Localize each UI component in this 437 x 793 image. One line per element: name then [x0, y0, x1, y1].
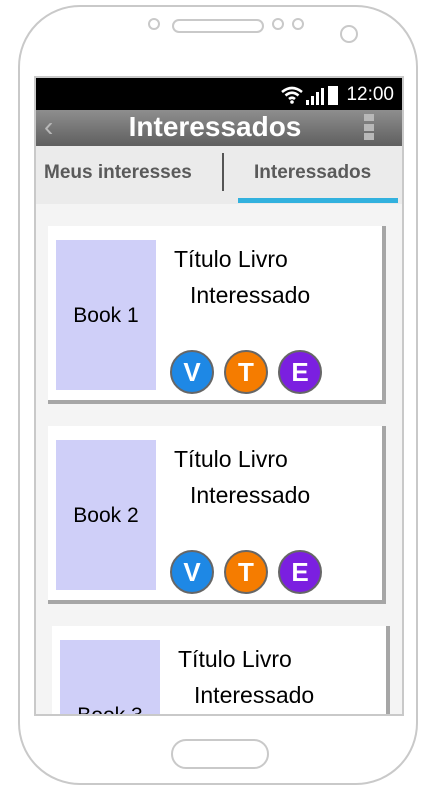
tab-bar: Meus interesses Interessados [36, 146, 402, 204]
book-cover: Book 3 [60, 640, 160, 716]
page-title: Interessados [128, 111, 302, 142]
screen: 12:00 ‹ Interessados Meus interesses Int… [34, 76, 404, 716]
book-cover: Book 2 [56, 440, 156, 590]
book-interested-label: Interessado [194, 682, 315, 708]
book-cover-label: Book 2 [73, 504, 139, 527]
wifi-icon [281, 86, 303, 104]
tab-divider [222, 153, 224, 191]
app-bar: ‹ Interessados [36, 110, 402, 146]
tab-meus-interesses[interactable]: Meus interesses [44, 162, 192, 184]
tab-interessados[interactable]: Interessados [254, 162, 371, 184]
battery-icon [328, 86, 338, 105]
book-interested-label: Interessado [190, 282, 311, 308]
badge-row: V T E [170, 350, 322, 394]
book-cover: Book 1 [56, 240, 156, 390]
badge-v[interactable]: V [170, 350, 214, 394]
overflow-menu-icon[interactable] [364, 114, 374, 140]
sensor-dot [148, 18, 160, 30]
book-title: Título Livro [178, 646, 292, 672]
status-time: 12:00 [346, 84, 394, 105]
book-cover-label: Book 3 [77, 704, 143, 716]
badge-e[interactable]: E [278, 350, 322, 394]
book-title: Título Livro [174, 446, 288, 472]
badge-t[interactable]: T [224, 350, 268, 394]
book-title: Título Livro [174, 246, 288, 272]
active-tab-indicator [238, 198, 398, 203]
book-card[interactable]: Book 1 Título Livro Interessado V T E [48, 226, 386, 404]
sensor-dot [272, 18, 284, 30]
status-bar: 12:00 [36, 78, 402, 110]
front-camera [340, 25, 358, 43]
book-interested-label: Interessado [190, 482, 311, 508]
signal-icon [306, 88, 324, 105]
book-card[interactable]: Book 3 Título Livro Interessado [52, 626, 390, 716]
badge-e[interactable]: E [278, 550, 322, 594]
sensor-dot [292, 18, 304, 30]
book-list[interactable]: Book 1 Título Livro Interessado V T E Bo… [36, 204, 402, 714]
badge-t[interactable]: T [224, 550, 268, 594]
speaker-grille [172, 19, 264, 33]
book-cover-label: Book 1 [73, 304, 139, 327]
badge-row: V T E [170, 550, 322, 594]
badge-v[interactable]: V [170, 550, 214, 594]
home-button[interactable] [171, 739, 269, 769]
book-card[interactable]: Book 2 Título Livro Interessado V T E [48, 426, 386, 604]
